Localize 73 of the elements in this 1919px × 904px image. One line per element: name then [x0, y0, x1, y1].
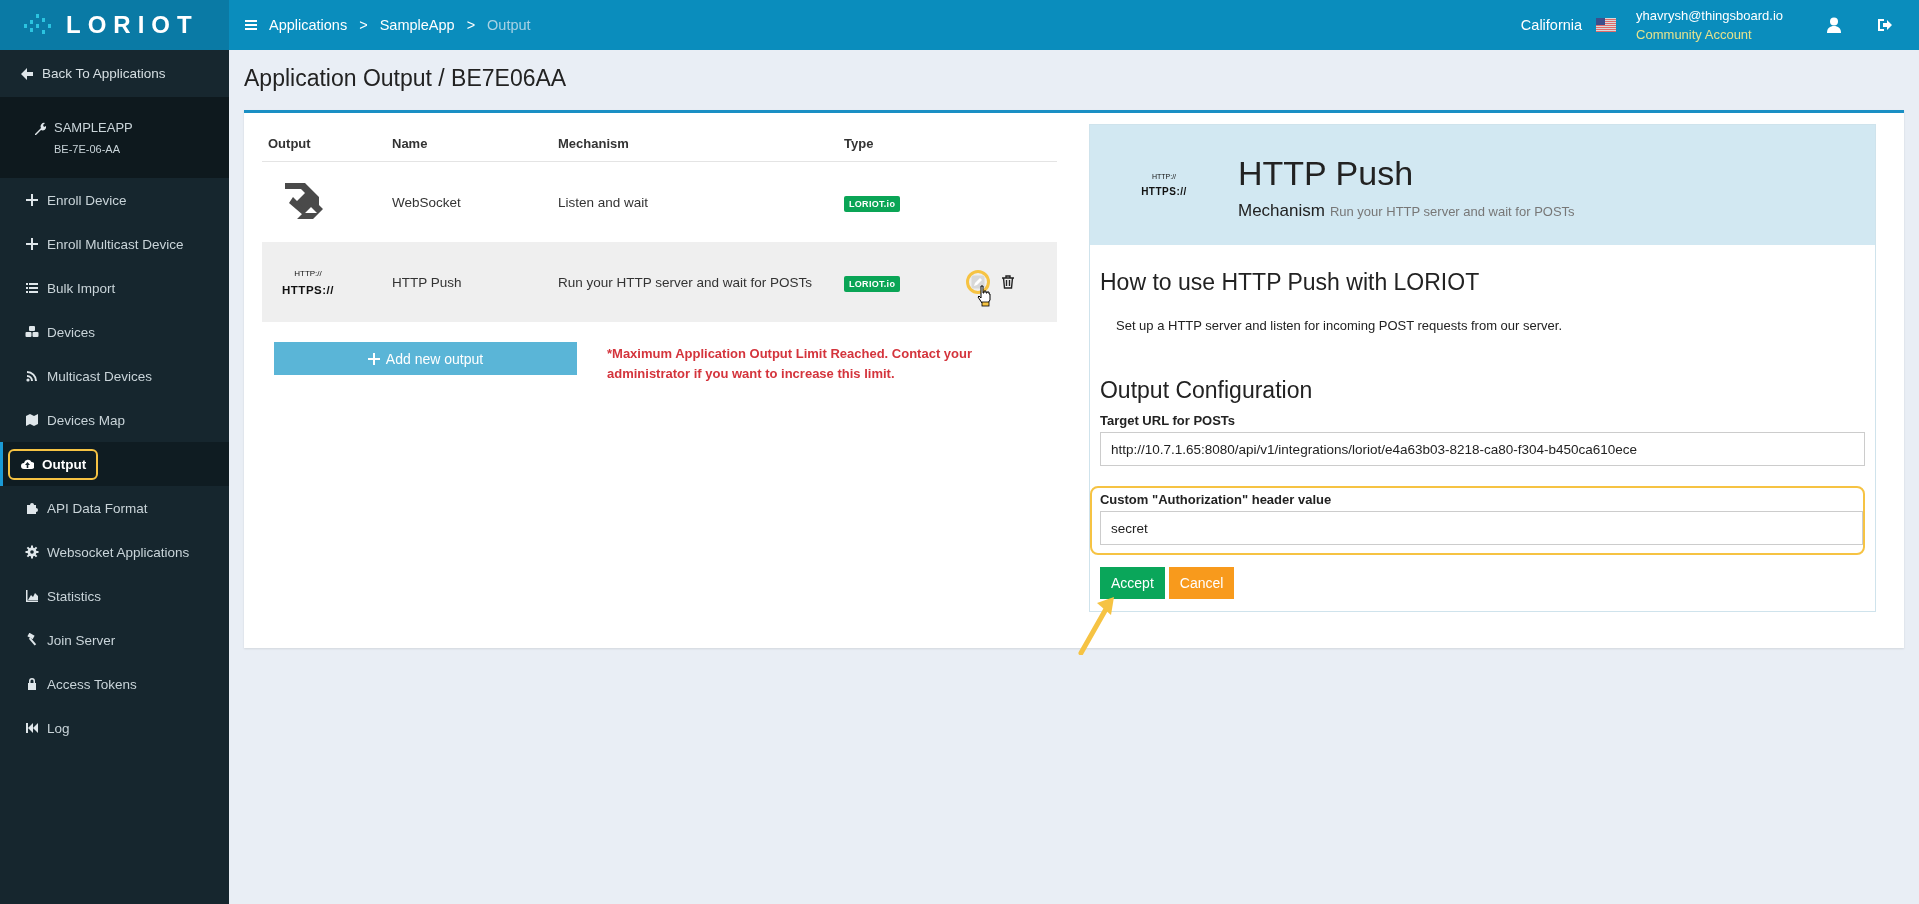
- section-heading: How to use HTTP Push with LORIOT: [1100, 269, 1481, 296]
- edit-icon[interactable]: [971, 275, 985, 289]
- logo-text: LORIOT: [66, 11, 199, 39]
- sidebar-item[interactable]: API Data Format: [23, 492, 150, 524]
- breadcrumb-separator: >: [359, 17, 368, 33]
- input-field[interactable]: secret: [1100, 511, 1863, 545]
- wrench-icon: [32, 120, 46, 135]
- logo-text: HTTPS://: [282, 283, 334, 296]
- sidebar-item[interactable]: Access Tokens: [23, 668, 139, 700]
- cloud-upload-icon: [20, 457, 34, 471]
- howto-text: Set up a HTTP server and listen for incoming POST requests from our server.: [1116, 318, 1564, 333]
- breadcrumb-link[interactable]: SampleApp: [379, 17, 455, 33]
- plus-icon: [25, 237, 39, 251]
- list-icon: [25, 281, 39, 295]
- app-eui: BE-7E-06-AA: [53, 143, 122, 155]
- sidebar-item[interactable]: Join Server: [23, 624, 118, 656]
- lock-icon: [25, 677, 39, 691]
- sidebar-item[interactable]: Statistics: [23, 580, 103, 612]
- sidebar-item[interactable]: Websocket Applications: [23, 536, 192, 568]
- trash-icon[interactable]: [1001, 275, 1015, 289]
- feed-icon: [25, 369, 39, 383]
- sidebar-item[interactable]: Output: [8, 448, 99, 480]
- sidebar-item[interactable]: Devices Map: [23, 404, 128, 436]
- logout-icon[interactable]: [1877, 17, 1893, 33]
- breadcrumb-separator: >: [466, 17, 476, 33]
- logo-icon: [22, 14, 52, 36]
- sidebar-item[interactable]: Devices: [23, 316, 97, 348]
- column-header: Name: [386, 133, 552, 162]
- output-mechanism: Listen and wait: [558, 194, 649, 210]
- region-label[interactable]: California: [1520, 17, 1583, 33]
- user-icon[interactable]: [1827, 17, 1841, 33]
- sidebar-item[interactable]: Multicast Devices: [23, 360, 155, 392]
- cubes-icon: [25, 325, 39, 339]
- mechanism-text: Run your HTTP server and wait for POSTs: [1329, 203, 1575, 219]
- map-icon: [25, 413, 39, 427]
- sidebar-item[interactable]: Enroll Multicast Device: [23, 228, 186, 260]
- area-chart-icon: [25, 589, 39, 603]
- user-email[interactable]: yhavrysh@thingsboard.io: [1636, 8, 1783, 23]
- app-name: SAMPLEAPP: [54, 120, 133, 135]
- field-label: Custom "Authorization" header value: [1100, 492, 1333, 507]
- column-header: Mechanism: [552, 133, 838, 162]
- arrow-left-icon: [20, 66, 34, 81]
- section-heading: Output Configuration: [1100, 377, 1314, 404]
- column-header: Type: [838, 133, 965, 162]
- limit-warning: *Maximum Application Output Limit Reached. Contact your administrator if you want to increase this limit.: [607, 345, 973, 383]
- flag-icon: [1596, 18, 1617, 32]
- gear-icon: [25, 545, 39, 559]
- output-name: HTTP Push: [392, 274, 462, 290]
- logo-text: HTTPS://: [1141, 186, 1187, 197]
- output-title: HTTP Push: [1238, 153, 1415, 193]
- sidebar-item[interactable]: Enroll Device: [23, 184, 129, 216]
- hammer-icon: [25, 633, 39, 647]
- cursor-icon: [976, 285, 992, 307]
- mechanism-label: Mechanism: [1238, 200, 1325, 221]
- logo-text: HTTP://: [294, 268, 322, 278]
- rewind-icon: [25, 721, 39, 735]
- breadcrumb-current: Output: [487, 17, 531, 33]
- account-type: Community Account: [1636, 27, 1753, 42]
- menu-icon[interactable]: [245, 19, 257, 31]
- plus-icon: [25, 193, 39, 207]
- sidebar-item[interactable]: Log: [23, 712, 72, 744]
- puzzle-icon: [25, 501, 39, 515]
- page-title: Application Output / BE7E06AA: [244, 65, 568, 93]
- type-badge: LORIOT.io: [844, 275, 901, 292]
- type-badge: LORIOT.io: [844, 195, 901, 212]
- plus-icon: [367, 352, 380, 365]
- output-name: WebSocket: [392, 194, 461, 210]
- field-label: Target URL for POSTs: [1100, 413, 1237, 428]
- column-header: Output: [262, 133, 386, 162]
- output-mechanism: Run your HTTP server and wait for POSTs: [558, 274, 813, 290]
- sidebar-item[interactable]: Bulk Import: [23, 272, 118, 304]
- breadcrumb-link[interactable]: Applications: [269, 17, 348, 33]
- input-field[interactable]: http://10.7.1.65:8080/api/v1/integrations/loriot/e4a63b03-8218-ca80-f304-b450ca610ece: [1100, 432, 1865, 466]
